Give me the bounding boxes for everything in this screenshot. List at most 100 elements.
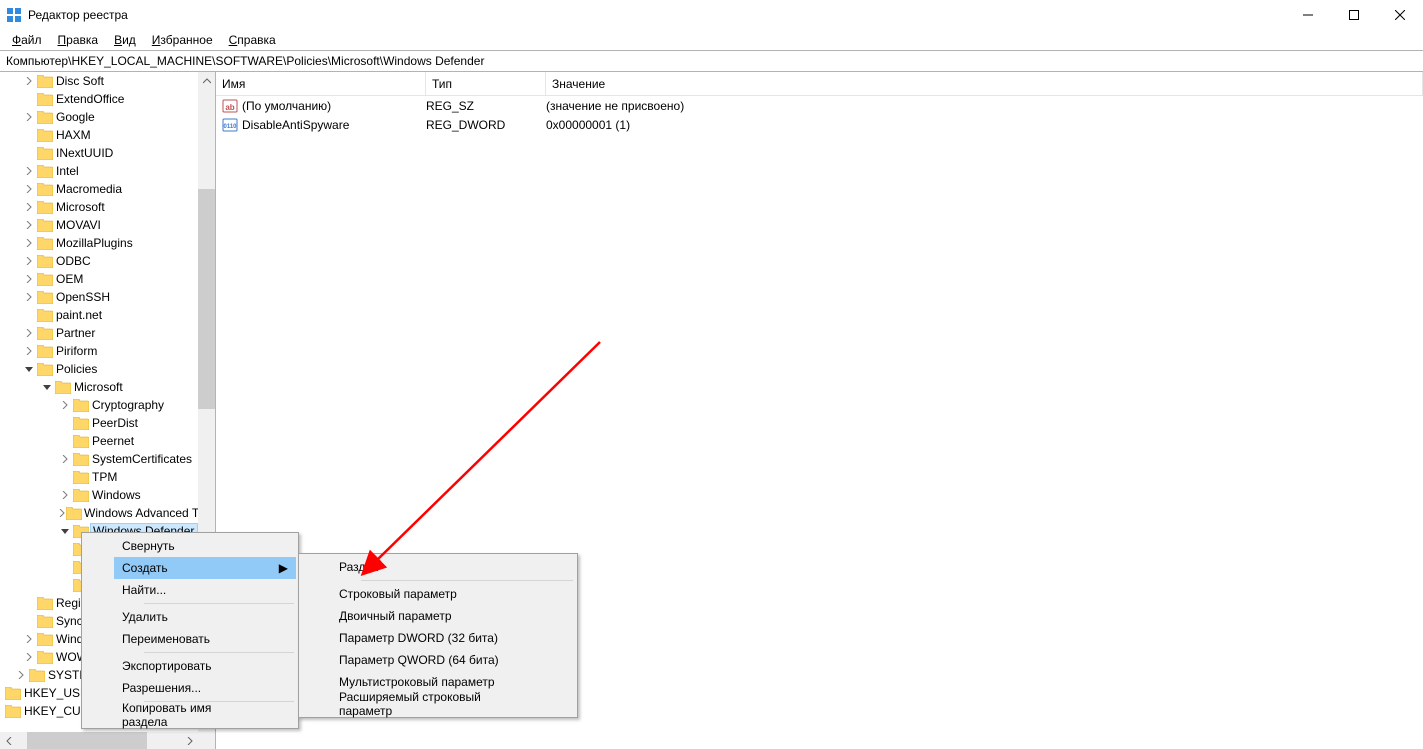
menu-view[interactable]: Вид bbox=[108, 33, 142, 47]
tree-item[interactable]: Policies bbox=[0, 360, 215, 378]
ctx-new-qword[interactable]: Параметр QWORD (64 бита) bbox=[331, 649, 575, 671]
minimize-button[interactable] bbox=[1285, 0, 1331, 30]
menu-favorites[interactable]: Избранное bbox=[146, 33, 219, 47]
expand-chevron-icon[interactable] bbox=[58, 401, 72, 409]
tree-item[interactable]: HAXM bbox=[0, 126, 215, 144]
folder-icon bbox=[36, 218, 54, 232]
list-row[interactable]: 0110DisableAntiSpywareREG_DWORD0x0000000… bbox=[216, 115, 1423, 134]
expand-chevron-icon[interactable] bbox=[58, 455, 72, 463]
scroll-thumb-v[interactable] bbox=[198, 189, 215, 409]
expand-chevron-icon[interactable] bbox=[58, 491, 72, 499]
address-bar[interactable]: Компьютер\HKEY_LOCAL_MACHINE\SOFTWARE\Po… bbox=[0, 50, 1423, 72]
tree-item[interactable]: paint.net bbox=[0, 306, 215, 324]
tree-item[interactable]: PeerDist bbox=[0, 414, 215, 432]
menu-file[interactable]: Файл bbox=[6, 33, 48, 47]
expand-chevron-icon[interactable] bbox=[22, 275, 36, 283]
value-type: REG_DWORD bbox=[426, 118, 546, 132]
list-row[interactable]: ab(По умолчанию)REG_SZ(значение не присв… bbox=[216, 96, 1423, 115]
folder-icon bbox=[36, 182, 54, 196]
folder-icon bbox=[36, 308, 54, 322]
svg-text:0110: 0110 bbox=[223, 124, 237, 130]
menu-edit[interactable]: Правка bbox=[52, 33, 105, 47]
tree-horizontal-scrollbar[interactable] bbox=[0, 732, 215, 749]
tree-item[interactable]: SystemCertificates bbox=[0, 450, 215, 468]
tree-item[interactable]: Microsoft bbox=[0, 378, 215, 396]
expand-chevron-icon[interactable] bbox=[22, 257, 36, 265]
tree-item[interactable]: Intel bbox=[0, 162, 215, 180]
folder-icon bbox=[36, 272, 54, 286]
ctx-new-expandstring[interactable]: Расширяемый строковый параметр bbox=[331, 693, 575, 715]
ctx-find[interactable]: Найти... bbox=[114, 579, 296, 601]
tree-item[interactable]: Partner bbox=[0, 324, 215, 342]
tree-item[interactable]: MozillaPlugins bbox=[0, 234, 215, 252]
tree-item[interactable]: MOVAVI bbox=[0, 216, 215, 234]
ctx-export[interactable]: Экспортировать bbox=[114, 655, 296, 677]
ctx-new[interactable]: Создать▶ bbox=[114, 557, 296, 579]
col-header-type[interactable]: Тип bbox=[426, 72, 546, 95]
expand-chevron-icon[interactable] bbox=[58, 527, 72, 535]
ctx-new-dword[interactable]: Параметр DWORD (32 бита) bbox=[331, 627, 575, 649]
tree-item[interactable]: Piriform bbox=[0, 342, 215, 360]
expand-chevron-icon[interactable] bbox=[22, 113, 36, 121]
scroll-right-button[interactable] bbox=[181, 732, 198, 749]
tree-item[interactable]: Google bbox=[0, 108, 215, 126]
tree-item[interactable]: Windows bbox=[0, 486, 215, 504]
tree-item[interactable]: Windows Advanced Threat Protection bbox=[0, 504, 215, 522]
expand-chevron-icon[interactable] bbox=[58, 509, 66, 517]
tree-item-label: OEM bbox=[54, 272, 83, 286]
scroll-left-button[interactable] bbox=[0, 732, 17, 749]
expand-chevron-icon[interactable] bbox=[22, 329, 36, 337]
expand-chevron-icon[interactable] bbox=[22, 653, 36, 661]
col-header-value[interactable]: Значение bbox=[546, 72, 1423, 95]
tree-item[interactable]: TPM bbox=[0, 468, 215, 486]
ctx-rename[interactable]: Переименовать bbox=[114, 628, 296, 650]
expand-chevron-icon[interactable] bbox=[22, 365, 36, 373]
tree-item[interactable]: Disc Soft bbox=[0, 72, 215, 90]
tree-item[interactable]: Peernet bbox=[0, 432, 215, 450]
tree-item-label: ExtendOffice bbox=[54, 92, 124, 106]
tree-item[interactable]: ODBC bbox=[0, 252, 215, 270]
ctx-delete[interactable]: Удалить bbox=[114, 606, 296, 628]
ctx-new-binary[interactable]: Двоичный параметр bbox=[331, 605, 575, 627]
expand-chevron-icon[interactable] bbox=[22, 77, 36, 85]
expand-chevron-icon[interactable] bbox=[14, 671, 28, 679]
tree-item-label: Microsoft bbox=[54, 200, 105, 214]
expand-chevron-icon[interactable] bbox=[22, 635, 36, 643]
ctx-copy-key-name[interactable]: Копировать имя раздела bbox=[114, 704, 296, 726]
tree-item[interactable]: ExtendOffice bbox=[0, 90, 215, 108]
titlebar: Редактор реестра bbox=[0, 0, 1423, 30]
tree-item[interactable]: OEM bbox=[0, 270, 215, 288]
tree-item[interactable]: Macromedia bbox=[0, 180, 215, 198]
expand-chevron-icon[interactable] bbox=[22, 293, 36, 301]
ctx-new-string[interactable]: Строковый параметр bbox=[331, 583, 575, 605]
tree-item[interactable]: Microsoft bbox=[0, 198, 215, 216]
tree-item-label: MozillaPlugins bbox=[54, 236, 133, 250]
address-text: Компьютер\HKEY_LOCAL_MACHINE\SOFTWARE\Po… bbox=[6, 54, 484, 68]
expand-chevron-icon[interactable] bbox=[22, 203, 36, 211]
folder-icon bbox=[36, 92, 54, 106]
ctx-new-key[interactable]: Раздел bbox=[331, 556, 575, 578]
tree-item[interactable]: INextUUID bbox=[0, 144, 215, 162]
expand-chevron-icon[interactable] bbox=[22, 347, 36, 355]
scroll-thumb-h[interactable] bbox=[27, 732, 147, 749]
maximize-button[interactable] bbox=[1331, 0, 1377, 30]
col-header-name[interactable]: Имя bbox=[216, 72, 426, 95]
ctx-permissions[interactable]: Разрешения... bbox=[114, 677, 296, 699]
expand-chevron-icon[interactable] bbox=[40, 383, 54, 391]
tree-item-label: PeerDist bbox=[90, 416, 138, 430]
folder-icon bbox=[72, 488, 90, 502]
close-button[interactable] bbox=[1377, 0, 1423, 30]
folder-icon bbox=[36, 164, 54, 178]
expand-chevron-icon[interactable] bbox=[22, 221, 36, 229]
tree-item[interactable]: Cryptography bbox=[0, 396, 215, 414]
expand-chevron-icon[interactable] bbox=[22, 239, 36, 247]
expand-chevron-icon[interactable] bbox=[22, 167, 36, 175]
window-title: Редактор реестра bbox=[28, 8, 1285, 22]
scroll-up-button[interactable] bbox=[198, 72, 215, 89]
tree-item[interactable]: OpenSSH bbox=[0, 288, 215, 306]
folder-icon bbox=[36, 650, 54, 664]
expand-chevron-icon[interactable] bbox=[22, 185, 36, 193]
menu-help[interactable]: Справка bbox=[223, 33, 282, 47]
folder-icon bbox=[4, 704, 22, 718]
ctx-collapse[interactable]: Свернуть bbox=[114, 535, 296, 557]
